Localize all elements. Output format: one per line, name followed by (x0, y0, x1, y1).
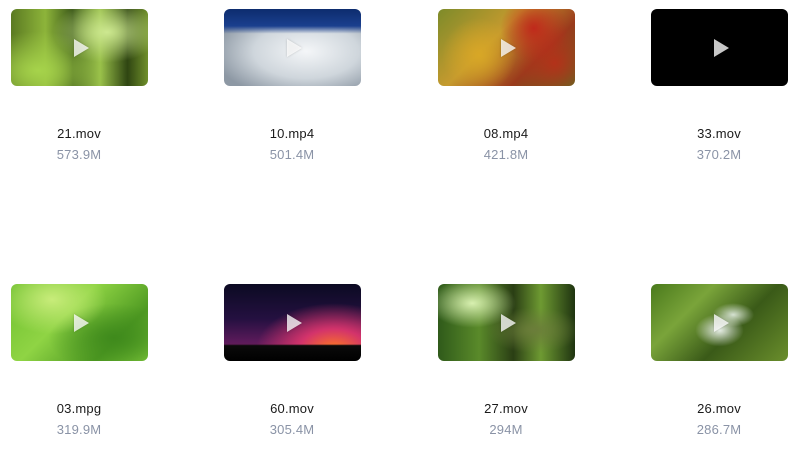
video-filename: 27.mov (484, 401, 528, 416)
play-icon[interactable] (501, 38, 516, 57)
video-filesize: 305.4M (269, 422, 315, 437)
video-tile[interactable]: 21.mov 573.9M (0, 9, 169, 163)
video-filesize: 573.9M (56, 147, 102, 162)
video-thumbnail[interactable] (223, 284, 361, 361)
video-tile[interactable]: 26.mov 286.7M (629, 284, 800, 438)
video-filename: 26.mov (697, 401, 741, 416)
play-icon[interactable] (287, 38, 302, 57)
play-icon[interactable] (287, 313, 302, 332)
video-filesize: 294M (489, 422, 523, 437)
video-tile[interactable]: 08.mp4 421.8M (416, 9, 596, 163)
video-tile[interactable]: 03.mpg 319.9M (0, 284, 169, 438)
video-thumbnail[interactable] (650, 284, 788, 361)
video-thumbnail[interactable] (223, 9, 361, 86)
video-tile[interactable]: 33.mov 370.2M (629, 9, 800, 163)
video-thumbnail[interactable] (437, 284, 575, 361)
video-filename: 21.mov (57, 126, 101, 141)
video-filename: 60.mov (270, 401, 314, 416)
play-icon[interactable] (714, 313, 729, 332)
video-tile[interactable]: 60.mov 305.4M (202, 284, 382, 438)
video-filename: 10.mp4 (269, 126, 315, 141)
video-filename: 33.mov (697, 126, 741, 141)
video-filesize: 501.4M (269, 147, 315, 162)
play-icon[interactable] (714, 38, 729, 57)
video-filename: 08.mp4 (483, 126, 529, 141)
play-icon[interactable] (74, 38, 89, 57)
video-filesize: 421.8M (483, 147, 529, 162)
video-thumbnail[interactable] (10, 284, 148, 361)
video-thumbnail[interactable] (10, 9, 148, 86)
play-icon[interactable] (74, 313, 89, 332)
video-grid: 21.mov 573.9M 10.mp4 501.4M 08.mp4 421.8… (0, 0, 800, 450)
video-filesize: 370.2M (696, 147, 742, 162)
video-thumbnail[interactable] (650, 9, 788, 86)
video-filesize: 286.7M (696, 422, 742, 437)
play-icon[interactable] (501, 313, 516, 332)
video-tile[interactable]: 27.mov 294M (416, 284, 596, 438)
video-tile[interactable]: 10.mp4 501.4M (202, 9, 382, 163)
video-filename: 03.mpg (56, 401, 102, 416)
video-thumbnail[interactable] (437, 9, 575, 86)
video-filesize: 319.9M (56, 422, 102, 437)
